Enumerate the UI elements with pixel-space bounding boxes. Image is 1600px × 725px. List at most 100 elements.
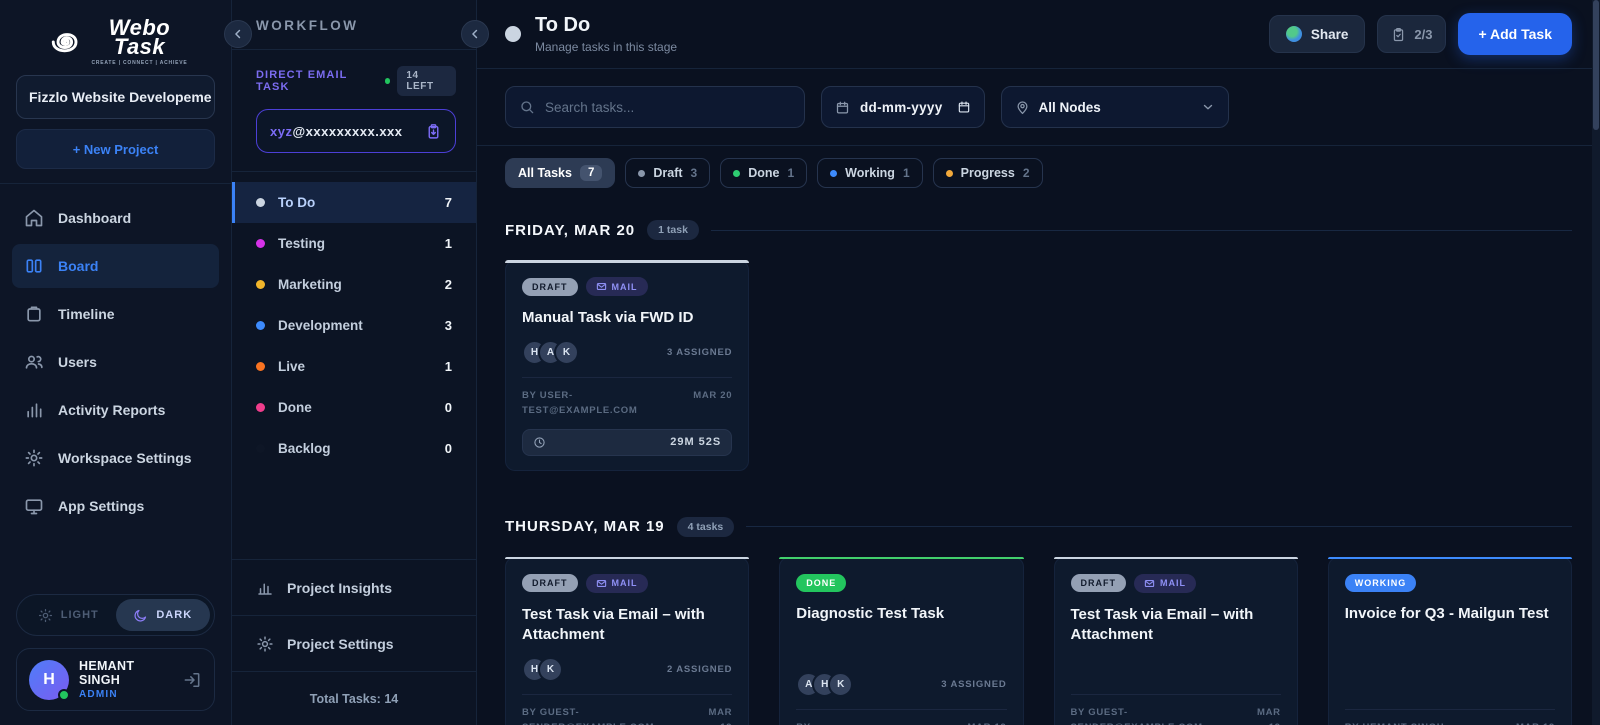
stage-item-live[interactable]: Live 1: [232, 346, 476, 387]
chip-working[interactable]: Working 1: [817, 158, 923, 188]
active-indicator-dot: [384, 78, 391, 84]
card-accent-bar: [1327, 556, 1572, 560]
total-tasks-label: Total Tasks: 14: [232, 671, 476, 725]
stage-item-done[interactable]: Done 0: [232, 387, 476, 428]
stage-item-backlog[interactable]: Backlog 0: [232, 428, 476, 469]
stage-count: 0: [444, 441, 452, 456]
nav-item-timeline[interactable]: Timeline: [12, 292, 219, 336]
task-card[interactable]: DRAFT MAIL Manual Task via FWD ID H A K: [505, 260, 750, 471]
nav-label: Timeline: [58, 306, 115, 323]
vertical-scrollbar[interactable]: [1592, 0, 1600, 725]
chip-count: 7: [579, 165, 603, 181]
direct-email-task-block: DIRECT EMAIL TASK 14 LEFT xyz @xxxxxxxxx…: [232, 49, 476, 171]
chip-draft[interactable]: Draft 3: [625, 158, 711, 188]
chip-count: 1: [902, 166, 910, 180]
nav-item-activity-reports[interactable]: Activity Reports: [12, 388, 219, 432]
stage-color-dot: [256, 321, 265, 330]
workflow-title: WORKFLOW: [256, 18, 359, 33]
task-card[interactable]: DONE Diagnostic Test Task A H K 3 ASSIGN…: [779, 556, 1024, 725]
avatar: K: [554, 340, 579, 366]
logout-icon[interactable]: [183, 670, 202, 690]
collapse-workflow-button[interactable]: [461, 20, 489, 48]
stage-item-todo[interactable]: To Do 7: [232, 182, 476, 223]
task-title: Manual Task via FWD ID: [522, 309, 694, 326]
assignee-avatars: H K: [522, 657, 563, 683]
calendar-icon: [836, 101, 849, 113]
moon-icon: [134, 609, 147, 622]
task-card[interactable]: WORKING Invoice for Q3 - Mailgun Test BY…: [1327, 556, 1572, 725]
task-title: Diagnostic Test Task: [796, 604, 945, 622]
stage-item-testing[interactable]: Testing 1: [232, 223, 476, 264]
task-author: BY: [796, 721, 811, 725]
scrollbar-thumb[interactable]: [1593, 0, 1599, 130]
nav-label: Dashboard: [58, 210, 132, 227]
chevron-left-icon: [235, 29, 241, 39]
nodes-value: All Nodes: [1038, 99, 1101, 115]
project-insights-button[interactable]: Project Insights: [232, 559, 476, 615]
stage-color-dot: [256, 239, 265, 248]
main-nav: Dashboard Board Timeline Users Activity …: [0, 183, 231, 528]
nodes-filter-dropdown[interactable]: All Nodes: [1000, 86, 1229, 128]
page-title: To Do: [535, 14, 591, 36]
stage-color-dot: [256, 198, 265, 207]
share-button[interactable]: Share: [1268, 15, 1366, 53]
theme-light-button[interactable]: LIGHT: [21, 599, 116, 631]
status-badge: WORKING: [1344, 573, 1417, 592]
chip-all-tasks[interactable]: All Tasks 7: [505, 158, 616, 188]
chip-color-dot: [830, 169, 838, 177]
task-title: Invoice for Q3 - Mailgun Test: [1344, 604, 1549, 622]
task-card[interactable]: DRAFT MAIL Test Task via Email – with At…: [505, 556, 750, 725]
section-task-count-badge: 4 tasks: [676, 516, 735, 537]
theme-light-label: LIGHT: [60, 609, 99, 621]
avatar: K: [538, 657, 563, 683]
assignee-avatars: A H K: [796, 671, 854, 697]
home-icon: [25, 209, 43, 227]
chip-progress[interactable]: Progress 2: [932, 158, 1043, 188]
chip-done[interactable]: Done 1: [720, 158, 808, 188]
add-task-button[interactable]: + Add Task: [1458, 13, 1572, 55]
envelope-icon: [596, 282, 606, 291]
collapse-sidebar-button[interactable]: [224, 20, 252, 48]
brand-logo: Webo Task CREATE | CONNECT | ACHIEVE: [16, 12, 215, 75]
brand-tagline: CREATE | CONNECT | ACHIEVE: [91, 59, 188, 66]
stage-color-dot: [505, 26, 521, 42]
nav-item-dashboard[interactable]: Dashboard: [12, 196, 219, 240]
task-author: BY USER-TEST@EXAMPLE.COM: [522, 390, 638, 416]
stage-item-marketing[interactable]: Marketing 2: [232, 264, 476, 305]
task-quota-badge[interactable]: 2/3: [1377, 15, 1447, 53]
assigned-count: 3 ASSIGNED: [941, 678, 1007, 690]
user-name: HEMANT SINGH: [79, 659, 135, 687]
app-window: Webo Task CREATE | CONNECT | ACHIEVE Fiz…: [0, 0, 1600, 725]
direct-email-address-field[interactable]: xyz @xxxxxxxxx.xxx: [256, 109, 456, 153]
date-picker-icon[interactable]: [957, 100, 971, 114]
new-project-button[interactable]: + New Project: [16, 129, 215, 170]
emails-left-badge: 14 LEFT: [397, 66, 456, 96]
date-filter[interactable]: dd-mm-yyyy: [821, 86, 985, 128]
user-card[interactable]: H HEMANT SINGH ADMIN: [16, 648, 215, 711]
nav-item-board[interactable]: Board: [12, 244, 219, 289]
stage-count: 0: [444, 400, 452, 415]
stage-color-dot: [256, 280, 265, 289]
nav-item-users[interactable]: Users: [12, 340, 219, 384]
project-settings-button[interactable]: Project Settings: [232, 615, 476, 671]
theme-dark-button[interactable]: DARK: [115, 599, 210, 631]
stage-item-development[interactable]: Development 3: [232, 305, 476, 346]
gear-icon: [25, 449, 43, 467]
task-date: MAR 19: [1257, 707, 1281, 725]
stage-count: 7: [444, 195, 452, 210]
status-badge: DRAFT: [1070, 574, 1126, 593]
bar-chart-icon: [258, 583, 272, 595]
assigned-count: 2 ASSIGNED: [667, 664, 733, 676]
workflow-stage-list: To Do 7 Testing 1 Marketing 2 Developmen…: [232, 171, 476, 479]
map-pin-icon: [1017, 100, 1028, 114]
project-selector[interactable]: Fizzlo Website Developeme: [16, 75, 215, 120]
search-input[interactable]: [545, 99, 791, 115]
nav-item-workspace-settings[interactable]: Workspace Settings: [12, 436, 219, 480]
copy-to-clipboard-icon[interactable]: [425, 123, 442, 140]
left-sidebar: Webo Task CREATE | CONNECT | ACHIEVE Fiz…: [0, 0, 232, 725]
nav-item-app-settings[interactable]: App Settings: [12, 484, 219, 528]
avatar: K: [828, 671, 854, 697]
date-value: dd-mm-yyyy: [860, 99, 943, 115]
section-header-friday: FRIDAY, MAR 20 1 task: [505, 220, 1572, 240]
task-card[interactable]: DRAFT MAIL Test Task via Email – with At…: [1053, 556, 1298, 725]
